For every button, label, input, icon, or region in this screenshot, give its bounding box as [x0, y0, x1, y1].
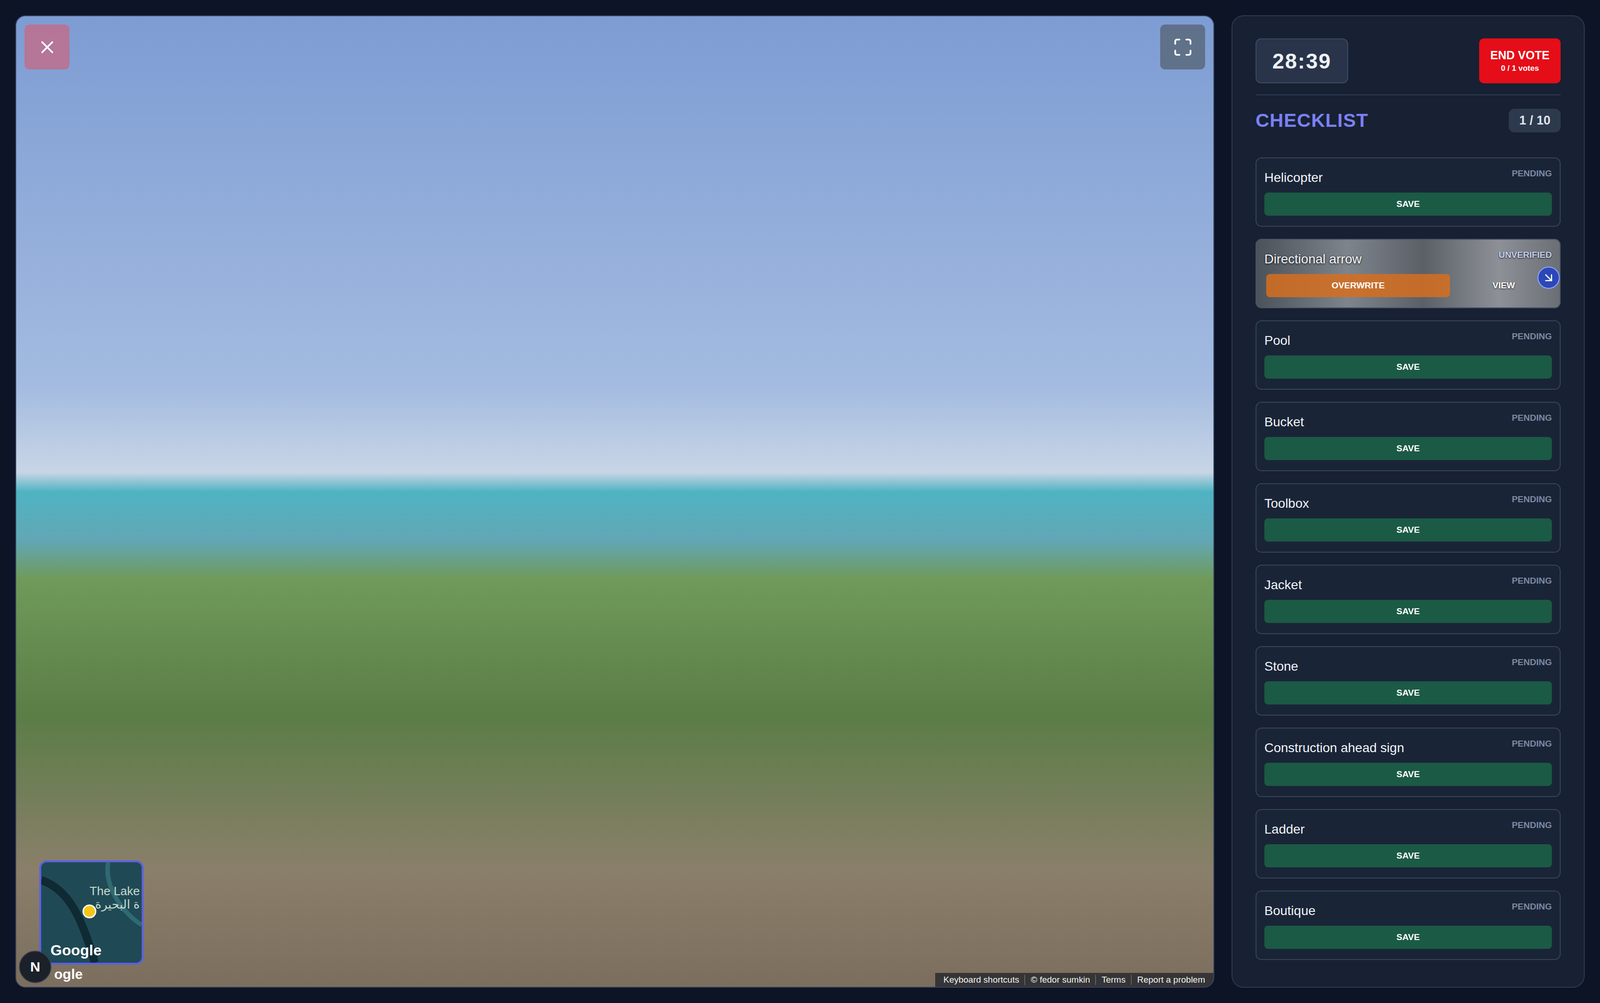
item-status: PENDING	[1511, 491, 1552, 505]
item-header: Helicopter PENDING	[1264, 165, 1552, 187]
item-status: PENDING	[1511, 736, 1552, 750]
item-status: PENDING	[1511, 410, 1552, 424]
item-name: Bucket	[1264, 410, 1305, 430]
attribution-bar: Keyboard shortcuts© fedor sumkinTermsRep…	[935, 973, 1214, 988]
attribution-link[interactable]: Keyboard shortcuts	[937, 975, 1025, 986]
item-actions: SAVE	[1264, 600, 1552, 624]
item-header: Toolbox PENDING	[1264, 491, 1552, 513]
item-actions: SAVE	[1264, 762, 1552, 787]
page: The Lakeة البحيرة GoogleNogle Keyboard sho…	[0, 0, 1600, 1003]
item-name: Construction ahead sign	[1264, 736, 1405, 756]
google-logo-partial: ogle	[54, 966, 83, 983]
checklist-header: CHECKLIST 1 / 10	[1255, 106, 1561, 135]
item-actions: SAVE	[1264, 355, 1552, 379]
checklist-item: Helicopter PENDING SAVE	[1255, 157, 1561, 227]
item-status: UNVERIFIED	[1498, 247, 1552, 261]
compass[interactable]: N	[18, 950, 52, 984]
checklist: Helicopter PENDING SAVE Directional arrow UN…	[1255, 157, 1561, 961]
street-view[interactable]: The Lakeة البحيرة GoogleNogle Keyboard sho…	[15, 15, 1215, 988]
item-header: Jacket PENDING	[1264, 573, 1552, 594]
checklist-item: Directional arrow UNVERIFIED OVERWRITEVIEW	[1255, 238, 1561, 309]
item-name: Boutique	[1264, 899, 1316, 919]
checklist-item: Construction ahead sign PENDING SAVE	[1255, 727, 1561, 798]
item-header: Directional arrow UNVERIFIED	[1264, 247, 1552, 268]
save-button[interactable]: SAVE	[1264, 762, 1552, 787]
checklist-item: Jacket PENDING SAVE	[1255, 564, 1561, 635]
sidebar: 28:39 END VOTE0 / 1 votes CHECKLIST 1 / 10 H…	[1231, 15, 1585, 988]
close-icon	[37, 37, 58, 58]
checklist-item: Bucket PENDING SAVE	[1255, 401, 1561, 472]
item-actions: SAVE	[1264, 681, 1552, 705]
divider	[1255, 94, 1561, 96]
save-button[interactable]: SAVE	[1264, 844, 1552, 868]
attribution-link[interactable]: Report a problem	[1131, 975, 1211, 986]
item-header: Bucket PENDING	[1264, 410, 1552, 431]
item-header: Stone PENDING	[1264, 654, 1552, 675]
save-button[interactable]: SAVE	[1264, 681, 1552, 705]
checklist-item: Ladder PENDING SAVE	[1255, 809, 1561, 879]
primary-button[interactable]: OVERWRITE	[1266, 274, 1450, 298]
item-status: PENDING	[1511, 817, 1552, 831]
checklist-item: Boutique PENDING SAVE	[1255, 890, 1561, 961]
item-status: PENDING	[1511, 899, 1552, 913]
checklist-title: CHECKLIST	[1255, 109, 1369, 132]
checklist-item: Toolbox PENDING SAVE	[1255, 483, 1561, 553]
end-vote-label: END VOTE	[1490, 48, 1550, 63]
minimap[interactable]: The Lakeة البحيرة Google	[39, 860, 144, 965]
item-name: Helicopter	[1264, 165, 1323, 186]
fullscreen-button[interactable]	[1160, 24, 1206, 70]
item-actions: SAVE	[1264, 437, 1552, 461]
item-actions: SAVE	[1264, 925, 1552, 950]
progress-badge: 1 / 10	[1508, 108, 1561, 133]
fullscreen-icon	[1172, 37, 1194, 58]
item-header: Pool PENDING	[1264, 328, 1552, 350]
close-button[interactable]	[24, 24, 70, 70]
item-name: Stone	[1264, 654, 1299, 675]
item-status: PENDING	[1511, 328, 1552, 342]
item-name: Pool	[1264, 328, 1291, 349]
save-button[interactable]: SAVE	[1264, 355, 1552, 379]
item-header: Ladder PENDING	[1264, 817, 1552, 838]
vote-count: 0 / 1 votes	[1500, 63, 1539, 74]
item-status: PENDING	[1511, 165, 1552, 179]
item-status: PENDING	[1511, 654, 1552, 668]
item-actions: OVERWRITEVIEW	[1264, 274, 1552, 298]
save-button[interactable]: SAVE	[1264, 192, 1552, 216]
item-name: Jacket	[1264, 573, 1302, 593]
top-row: 28:39 END VOTE0 / 1 votes	[1255, 38, 1561, 84]
end-vote-button[interactable]: END VOTE0 / 1 votes	[1479, 38, 1561, 84]
item-actions: SAVE	[1264, 192, 1552, 216]
save-button[interactable]: SAVE	[1264, 925, 1552, 950]
item-header: Boutique PENDING	[1264, 899, 1552, 920]
item-actions: SAVE	[1264, 844, 1552, 868]
checklist-item: Pool PENDING SAVE	[1255, 320, 1561, 390]
save-button[interactable]: SAVE	[1264, 437, 1552, 461]
save-button[interactable]: SAVE	[1264, 518, 1552, 542]
item-header: Construction ahead sign PENDING	[1264, 736, 1552, 757]
item-name: Ladder	[1264, 817, 1305, 838]
map-label: The Lakeة البحيرة	[89, 884, 140, 912]
timer: 28:39	[1255, 38, 1349, 84]
item-status: PENDING	[1511, 573, 1552, 587]
attribution-link[interactable]: © fedor sumkin	[1024, 975, 1096, 986]
arrow-icon	[1537, 266, 1560, 289]
attribution-link[interactable]: Terms	[1095, 975, 1132, 986]
item-name: Directional arrow	[1264, 247, 1362, 267]
checklist-item: Stone PENDING SAVE	[1255, 646, 1561, 716]
save-button[interactable]: SAVE	[1264, 600, 1552, 624]
item-name: Toolbox	[1264, 491, 1310, 512]
item-actions: SAVE	[1264, 518, 1552, 542]
google-logo: Google	[50, 942, 102, 960]
